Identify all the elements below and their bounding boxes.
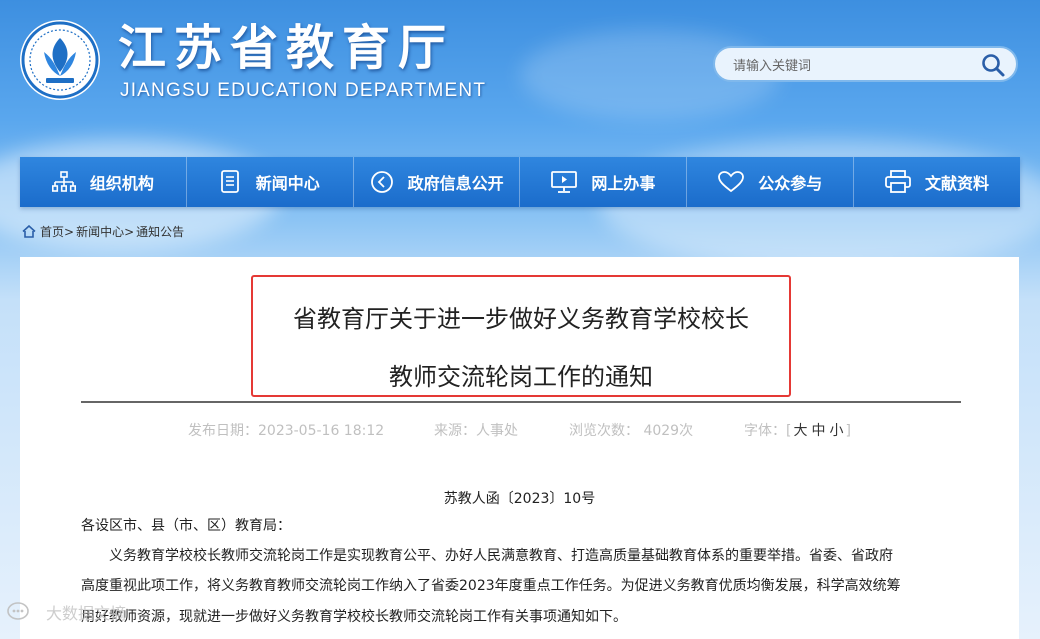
breadcrumb-notices[interactable]: 通知公告 — [136, 223, 184, 240]
nav-label-documents: 文献资料 — [925, 174, 990, 193]
font-size-medium[interactable]: 中 — [809, 423, 827, 439]
site-subtitle: JIANGSU EDUCATION DEPARTMENT — [120, 80, 487, 101]
font-size-bracket-close: ] — [845, 423, 851, 439]
search-icon[interactable] — [980, 52, 1006, 78]
org-chart-icon — [51, 171, 76, 192]
nav-label-organization: 组织机构 — [89, 174, 154, 193]
title-highlight-box: 省教育厅关于进一步做好义务教育学校校长 教师交流轮岗工作的通知 — [251, 275, 791, 397]
nav-item-public-participation[interactable]: 公众参与 — [687, 157, 855, 207]
article-source: 来源：人事处 — [434, 423, 518, 439]
nav-item-documents[interactable]: 文献资料 — [854, 157, 1020, 207]
document-number: 苏教人函〔2023〕10号 — [443, 491, 596, 507]
article-meta: 发布日期：2023-05-16 18:12 来源：人事处 浏览次数： 4029次… — [20, 420, 1019, 440]
article-title-line2: 教师交流轮岗工作的通知 — [389, 363, 653, 391]
site-logo-icon[interactable] — [20, 20, 100, 100]
view-count: 浏览次数： 4029次 — [569, 423, 694, 439]
publish-date: 发布日期：2023-05-16 18:12 — [188, 423, 385, 439]
home-icon — [22, 225, 36, 238]
nav-label-gov-info: 政府信息公开 — [407, 174, 504, 193]
site-title: 江苏省教育厅 — [118, 20, 455, 76]
breadcrumb-separator: > — [64, 224, 75, 239]
nav-label-news: 新闻中心 — [255, 174, 320, 193]
font-size-large[interactable]: 大 — [791, 423, 809, 439]
salutation: 各设区市、县（市、区）教育局： — [81, 518, 291, 534]
nav-item-organization[interactable]: 组织机构 — [20, 157, 187, 207]
article-panel: 省教育厅关于进一步做好义务教育学校校长 教师交流轮岗工作的通知 发布日期：202… — [20, 257, 1019, 639]
nav-label-online-services: 网上办事 — [591, 174, 656, 193]
chat-bubble-icon — [7, 602, 29, 620]
nav-label-public-participation: 公众参与 — [758, 174, 823, 193]
nav-item-news[interactable]: 新闻中心 — [187, 157, 354, 207]
printer-icon — [885, 170, 911, 193]
article-title-line1: 省教育厅关于进一步做好义务教育学校校长 — [293, 305, 749, 333]
font-size-label: 字体： — [744, 423, 786, 439]
document-icon — [220, 170, 239, 193]
font-size-small[interactable]: 小 — [827, 423, 845, 439]
monitor-icon — [551, 171, 578, 193]
main-nav: 组织机构 新闻中心 政府信息公开 网上办事 公众参与 文献资料 — [20, 157, 1020, 207]
watermark-text: 大数据文摘 — [46, 604, 127, 623]
body-line-1: 义务教育学校校长教师交流轮岗工作是实现教育公平、办好人民满意教育、打造高质量基础… — [109, 548, 893, 564]
body-line-2: 高度重视此项工作，将义务教育教师交流轮岗工作纳入了省委2023年度重点工作任务。… — [81, 578, 901, 594]
play-circle-icon — [370, 171, 393, 193]
search-box — [713, 46, 1018, 82]
search-input[interactable] — [731, 54, 975, 78]
watermark: 大数据文摘 — [6, 600, 126, 624]
body-line-3: 用好教师资源，现就进一步做好义务教育学校校长教师交流轮岗工作有关事项通知如下。 — [81, 609, 627, 625]
breadcrumb: 首页 > 新闻中心 > 通知公告 — [22, 223, 184, 240]
title-divider — [81, 401, 961, 403]
nav-item-gov-info[interactable]: 政府信息公开 — [354, 157, 521, 207]
font-size-switcher: 字体：[大中小] — [744, 420, 851, 440]
heart-icon — [718, 171, 745, 193]
breadcrumb-home[interactable]: 首页 — [40, 223, 64, 240]
breadcrumb-separator: > — [124, 224, 135, 239]
breadcrumb-news[interactable]: 新闻中心 — [76, 223, 124, 240]
nav-item-online-services[interactable]: 网上办事 — [520, 157, 688, 207]
